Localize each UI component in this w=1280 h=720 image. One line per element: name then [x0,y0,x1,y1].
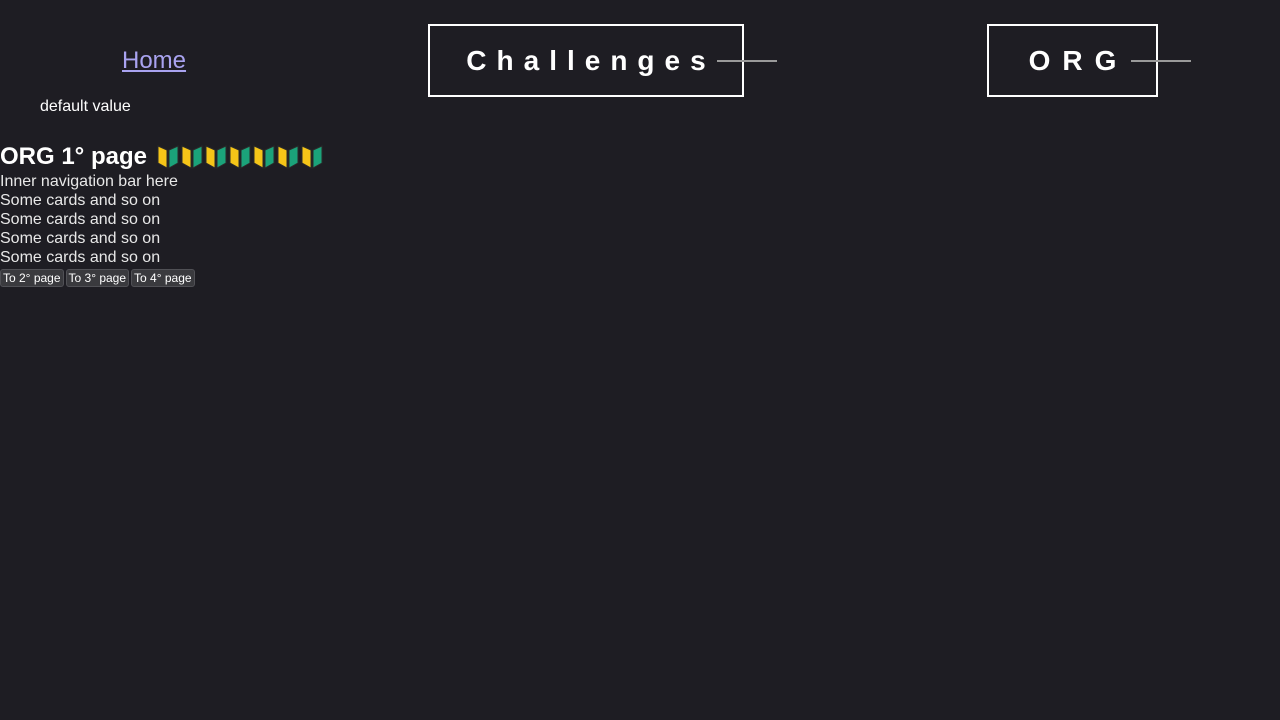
page-content: ORG 1° page Inner navigation bar here So… [0,142,323,287]
to-page-4-button[interactable]: To 4° page [131,269,195,287]
top-navigation: Home default value Challenges ORG [0,0,1280,140]
japanese-beginner-symbol-icon [157,145,179,169]
japanese-beginner-symbol-icon [229,145,251,169]
to-page-3-button[interactable]: To 3° page [65,269,130,287]
page-buttons: To 2° page To 3° page To 4° page [0,269,323,287]
inner-navigation-text: Inner navigation bar here [0,173,178,190]
page-title-row: ORG 1° page [0,142,323,172]
org-nav-line [1131,60,1191,62]
home-link[interactable]: Home [122,47,186,75]
page-title: ORG 1° page [0,143,147,170]
japanese-beginner-symbol-icon [205,145,227,169]
default-value-text: default value [40,98,131,115]
to-page-2-button[interactable]: To 2° page [0,269,64,287]
japanese-beginner-symbol-icon [253,145,275,169]
challenges-nav-line [717,60,777,62]
card-text: Some cards and so on [0,192,161,209]
japanese-beginner-symbol-icon [181,145,203,169]
challenges-nav-button[interactable]: Challenges [428,24,744,97]
japanese-beginner-symbol-icon [301,145,323,169]
japanese-beginner-symbol-icon [277,145,299,169]
card-text: Some cards and so on [0,249,161,266]
card-text: Some cards and so on [0,230,161,247]
beginner-badges [157,144,323,170]
card-text: Some cards and so on [0,211,161,228]
